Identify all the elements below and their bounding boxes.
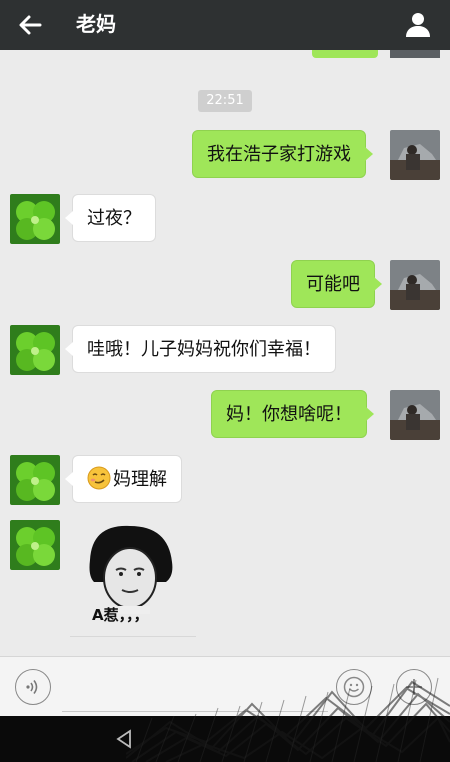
contact-avatar[interactable] xyxy=(10,520,60,570)
plus-icon xyxy=(406,679,422,695)
system-nav-bar xyxy=(0,716,450,762)
incoming-message-bubble[interactable]: 妈理解 xyxy=(65,455,182,503)
chat-area[interactable]: 22:51 我在浩子家打游戏 过夜？ 可能吧 哇哦！儿子妈妈祝你们幸福！ 妈！你… xyxy=(0,50,450,656)
contact-avatar[interactable] xyxy=(10,455,60,505)
outgoing-message-bubble[interactable]: 妈！你想啥呢！ xyxy=(211,390,374,438)
previous-message-bubble[interactable] xyxy=(312,50,378,58)
my-avatar[interactable] xyxy=(390,260,440,310)
message-timestamp: 22:51 xyxy=(198,90,252,112)
incoming-message-bubble[interactable]: 过夜？ xyxy=(65,194,156,242)
arrow-left-icon[interactable] xyxy=(16,11,44,39)
contact-avatar[interactable] xyxy=(10,194,60,244)
message-text: 妈理解 xyxy=(113,469,167,490)
person-icon[interactable] xyxy=(404,10,432,38)
emoji-icon xyxy=(343,676,365,698)
chat-header: 老妈 xyxy=(0,0,450,50)
outgoing-message-bubble[interactable]: 可能吧 xyxy=(291,260,382,308)
my-avatar[interactable] xyxy=(390,390,440,440)
previous-message-avatar[interactable] xyxy=(390,50,440,58)
message-input[interactable] xyxy=(62,667,328,712)
divider xyxy=(70,636,196,637)
contact-avatar[interactable] xyxy=(10,325,60,375)
triangle-back-icon[interactable] xyxy=(114,728,134,750)
plus-button[interactable] xyxy=(396,669,432,705)
outgoing-message-bubble[interactable]: 我在浩子家打游戏 xyxy=(192,130,373,178)
sticker-caption: A惹，，， xyxy=(92,606,149,624)
voice-button[interactable] xyxy=(15,669,51,705)
emoji-button[interactable] xyxy=(336,669,372,705)
smirk-face-icon xyxy=(87,466,111,490)
my-avatar[interactable] xyxy=(390,130,440,180)
incoming-message-bubble[interactable]: 哇哦！儿子妈妈祝你们幸福！ xyxy=(65,325,336,373)
chat-title: 老妈 xyxy=(76,12,116,36)
voice-icon xyxy=(26,680,38,694)
input-bar xyxy=(0,656,450,717)
